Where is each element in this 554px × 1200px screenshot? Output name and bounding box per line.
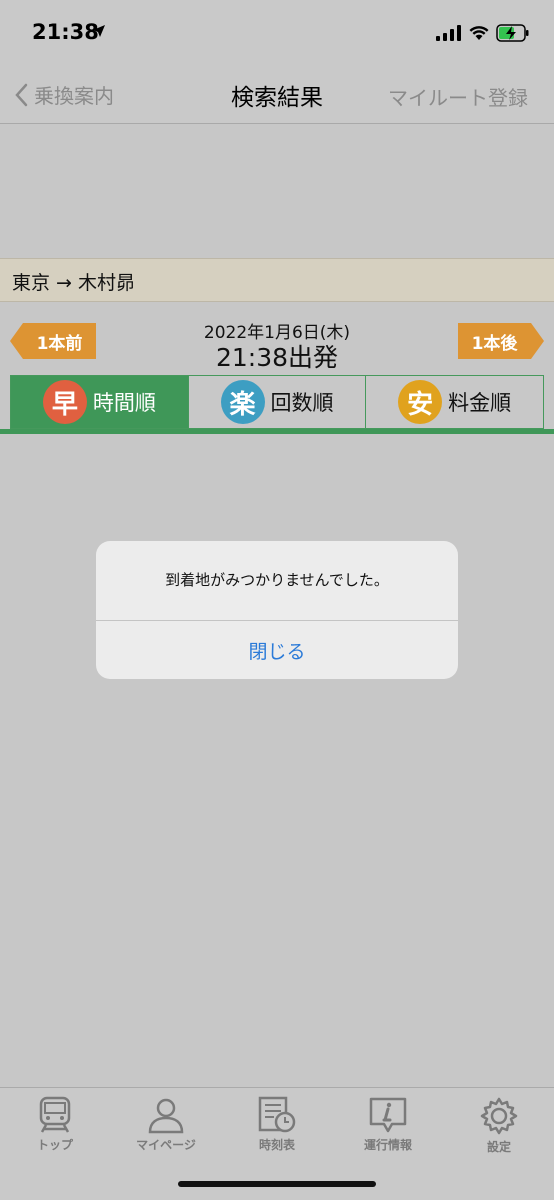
tab-timetable[interactable]: 時刻表 bbox=[222, 1096, 332, 1153]
easy-badge-icon: 楽 bbox=[220, 380, 265, 424]
timetable-icon bbox=[258, 1096, 296, 1133]
tab-top-label: トップ bbox=[36, 1138, 73, 1152]
next-train-button[interactable]: 1本後 bbox=[458, 323, 544, 359]
tab-mypage-label: マイページ bbox=[136, 1138, 196, 1152]
route-summary: 東京 → 木村昴 bbox=[0, 258, 554, 302]
tab-service-info-label: 運行情報 bbox=[363, 1138, 412, 1152]
tab-service-info[interactable]: 運行情報 bbox=[333, 1096, 443, 1153]
sort-tabs: 早 時間順 楽 回数順 安 料金順 bbox=[10, 375, 544, 429]
battery-charging-icon bbox=[496, 24, 529, 42]
tab-top[interactable]: トップ bbox=[0, 1096, 110, 1153]
tab-underline bbox=[0, 429, 554, 434]
tab-settings[interactable]: 設定 bbox=[444, 1096, 554, 1155]
tab-sort-fare[interactable]: 安 料金順 bbox=[365, 376, 543, 428]
signal-icon bbox=[436, 25, 461, 41]
status-time: 21:38 bbox=[32, 20, 99, 44]
tab-sort-transfers-label: 回数順 bbox=[270, 391, 334, 415]
tab-settings-label: 設定 bbox=[486, 1140, 511, 1154]
wifi-icon bbox=[469, 26, 489, 40]
home-indicator bbox=[178, 1181, 376, 1187]
fast-badge-icon: 早 bbox=[42, 380, 87, 424]
navigation-bar: 乗換案内 検索結果 マイルート登録 bbox=[0, 66, 554, 124]
tab-sort-time[interactable]: 早 時間順 bbox=[11, 376, 188, 428]
close-button[interactable]: 閉じる bbox=[96, 621, 458, 679]
status-bar: 21:38 bbox=[0, 0, 554, 66]
person-icon bbox=[148, 1098, 184, 1134]
cheap-badge-icon: 安 bbox=[398, 380, 443, 424]
tab-mypage[interactable]: マイページ bbox=[111, 1096, 221, 1153]
alert-dialog: 到着地がみつかりませんでした。 閉じる bbox=[96, 541, 458, 679]
tab-sort-fare-label: 料金順 bbox=[448, 391, 512, 415]
info-icon bbox=[369, 1097, 407, 1133]
gear-icon bbox=[480, 1097, 518, 1135]
tab-timetable-label: 時刻表 bbox=[258, 1138, 295, 1152]
alert-message: 到着地がみつかりませんでした。 bbox=[165, 571, 389, 589]
tab-sort-transfers[interactable]: 楽 回数順 bbox=[187, 376, 366, 428]
tab-sort-time-label: 時間順 bbox=[92, 391, 156, 415]
train-icon bbox=[39, 1096, 71, 1133]
location-arrow-icon bbox=[93, 25, 105, 37]
my-route-register-button[interactable]: マイルート登録 bbox=[388, 82, 528, 111]
